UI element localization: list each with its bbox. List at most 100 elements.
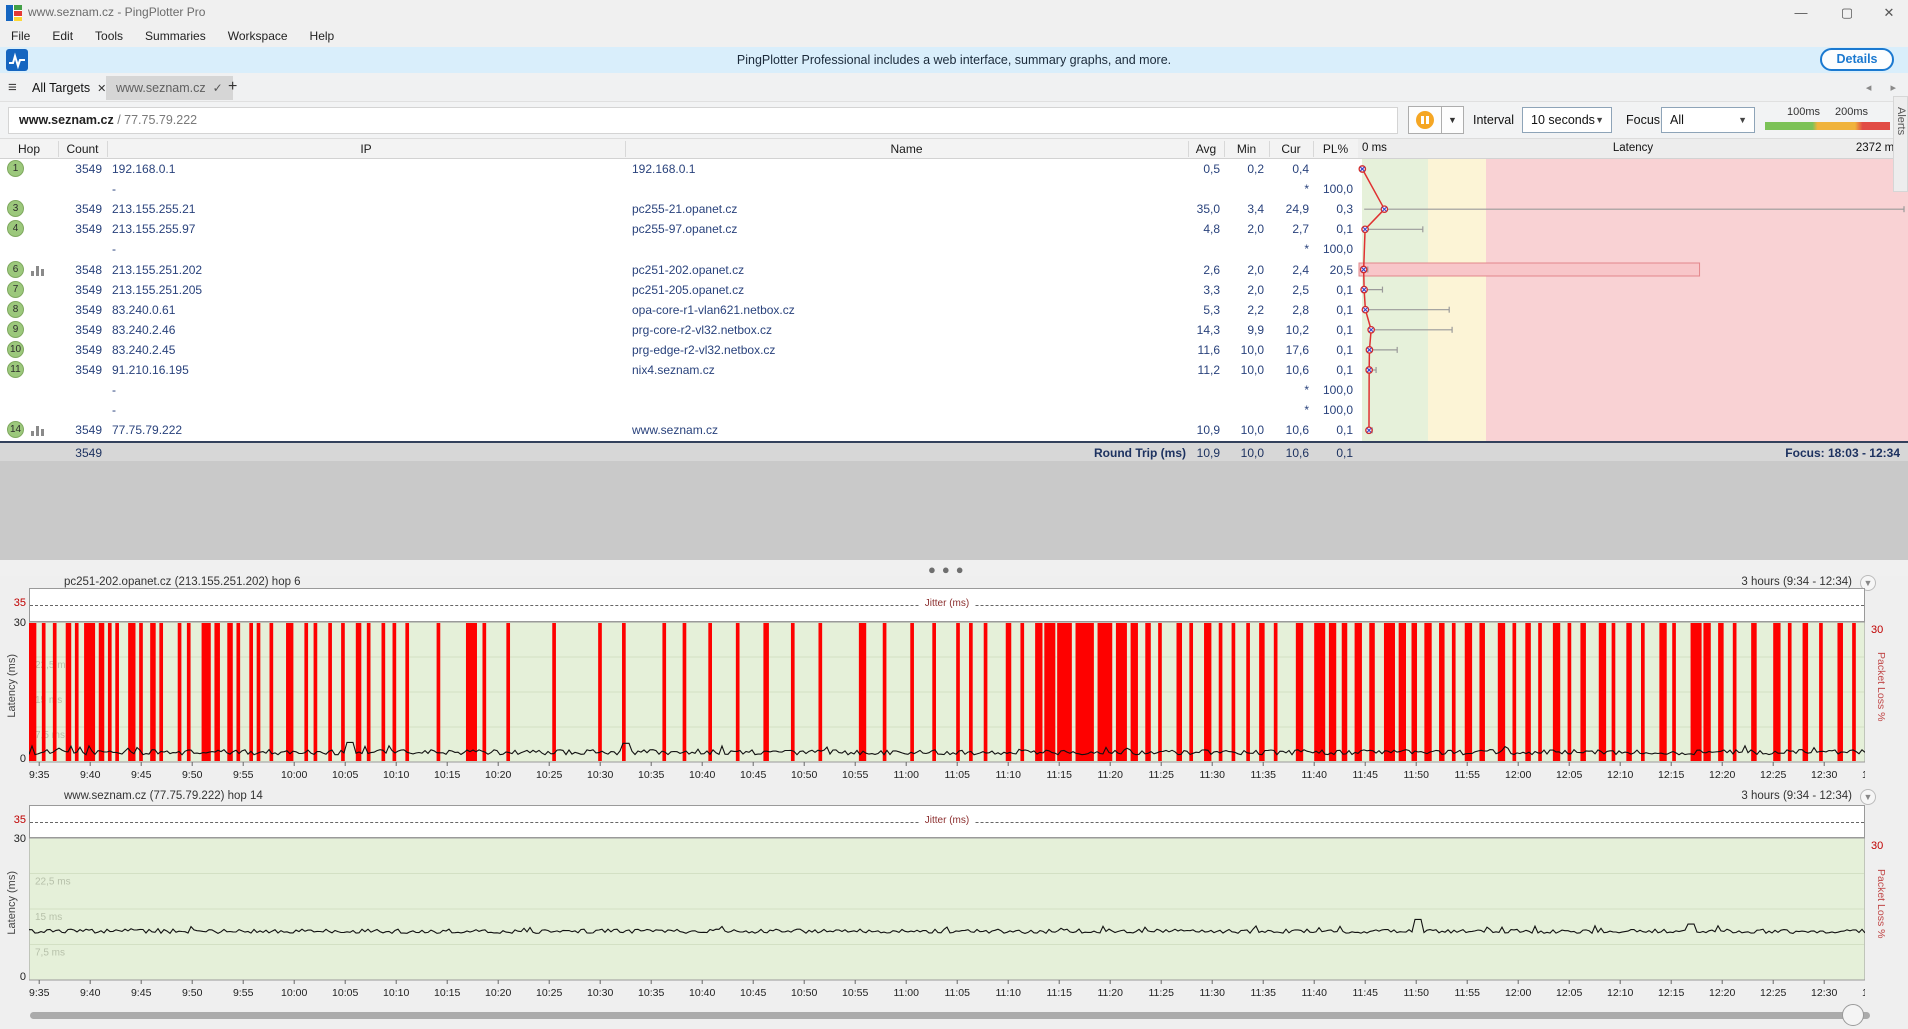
right-axis-title: Packet Loss % — [1875, 869, 1887, 938]
menu-item-tools[interactable]: Tools — [84, 25, 134, 47]
menu-item-workspace[interactable]: Workspace — [217, 25, 299, 47]
hop-row-missing-12[interactable]: -*100,0 — [0, 400, 1358, 420]
hop-row-4[interactable]: 43549213.155.255.97pc255-97.opanet.cz4,8… — [0, 219, 1358, 239]
footer-avg: 10,9 — [1188, 446, 1220, 460]
targets-menu-icon[interactable]: ≡ — [8, 79, 17, 96]
target-address[interactable]: www.seznam.cz / 77.75.79.222 — [8, 107, 1398, 134]
time-tick-label: 9:40 — [80, 987, 101, 999]
close-button[interactable]: ✕ — [1874, 4, 1904, 22]
hop-row-1[interactable]: 13549192.168.0.1192.168.0.10,50,20,4 — [0, 159, 1358, 179]
hop-row-14[interactable]: 14 354977.75.79.222www.seznam.cz10,910,0… — [0, 420, 1358, 440]
splitter-handle-icon: ●●● — [928, 562, 970, 577]
banner-message: PingPlotter Professional includes a web … — [0, 53, 1908, 67]
tab-all-targets[interactable]: All Targets ✕ — [26, 77, 112, 99]
tab-close-icon[interactable]: ✕ — [97, 82, 106, 95]
title-bar: www.seznam.cz - PingPlotter Pro — ▢ ✕ — [0, 0, 1908, 25]
chevron-down-icon: ▼ — [1595, 108, 1604, 132]
time-tick-label: 11:30 — [1199, 987, 1225, 999]
interval-select[interactable]: 10 seconds▼ — [1522, 107, 1612, 133]
details-button[interactable]: Details — [1820, 48, 1894, 71]
footer-label: Round Trip (ms) — [900, 446, 1186, 460]
time-tick-label: 11:10 — [995, 987, 1021, 999]
time-tick-label: 10:00 — [281, 987, 307, 999]
promo-banner: PingPlotter Professional includes a web … — [0, 47, 1908, 73]
time-tick-label: 12:00 — [1505, 987, 1531, 999]
time-tick-label: 10:30 — [587, 987, 613, 999]
latency-graph-header: 0 ms Latency 2372 ms — [1358, 138, 1908, 159]
tab-check-icon: ✓ — [213, 81, 223, 95]
scrollbar-thumb[interactable] — [1842, 1004, 1864, 1026]
graph-range-label[interactable]: 3 hours (9:34 - 12:34) — [1741, 790, 1852, 802]
menu-item-help[interactable]: Help — [299, 25, 346, 47]
time-tick-label: 11:20 — [1097, 987, 1123, 999]
time-tick-label: 12:05 — [1556, 987, 1582, 999]
scrollbar-track[interactable] — [30, 1012, 1870, 1019]
time-tick-label: 11:50 — [1403, 987, 1429, 999]
y-max-label: 30 — [8, 833, 26, 845]
minimize-button[interactable]: — — [1786, 4, 1816, 22]
graph-title: www.seznam.cz (77.75.79.222) hop 14 — [64, 790, 263, 802]
hop-number-badge: 3 — [7, 200, 24, 217]
legend-gradient-bar — [1765, 122, 1890, 130]
hop-row-missing-1[interactable]: -*100,0 — [0, 179, 1358, 199]
time-tick-label: 9:50 — [182, 987, 203, 999]
col-header-pl[interactable]: PL% — [1313, 142, 1358, 156]
tab-scroll-arrows[interactable]: ◂ ▸ — [1866, 81, 1904, 94]
col-header-ip[interactable]: IP — [107, 142, 625, 156]
footer-focus-range: Focus: 18:03 - 12:34 — [1785, 446, 1900, 460]
hop-number-badge: 8 — [7, 301, 24, 318]
hop-row-missing-11[interactable]: -*100,0 — [0, 380, 1358, 400]
window-title: www.seznam.cz - PingPlotter Pro — [28, 5, 205, 19]
footer-cur: 10,6 — [1269, 446, 1309, 460]
round-trip-footer: 3549 Round Trip (ms) 10,9 10,0 10,6 0,1 … — [0, 441, 1908, 461]
jitter-max-label: 35 — [8, 814, 26, 826]
menu-item-file[interactable]: File — [0, 25, 41, 47]
empty-pane — [0, 461, 1908, 560]
alerts-side-tab[interactable]: Alerts — [1893, 96, 1908, 192]
hop-number-badge: 11 — [7, 361, 24, 378]
pause-icon — [1416, 111, 1434, 129]
chevron-down-icon: ▼ — [1738, 108, 1747, 132]
latency-overview-graph[interactable] — [1358, 159, 1908, 441]
col-header-count[interactable]: Count — [58, 142, 107, 156]
col-header-avg[interactable]: Avg — [1188, 142, 1224, 156]
graph-plot[interactable]: 22,5 ms15 ms7,5 ms9:359:409:459:509:5510… — [29, 838, 1865, 1002]
hop-row-6[interactable]: 6 3548213.155.251.202pc251-202.opanet.cz… — [0, 260, 1358, 280]
hop-row-3[interactable]: 33549213.155.255.21pc255-21.opanet.cz35,… — [0, 199, 1358, 219]
time-tick-label: 10:50 — [791, 987, 817, 999]
time-tick-label: 10:15 — [434, 987, 460, 999]
tab-bar: ≡ All Targets ✕ www.seznam.cz ✓ + ◂ ▸ — [0, 73, 1908, 102]
new-tab-button[interactable]: + — [228, 78, 237, 96]
footer-pl: 0,1 — [1313, 446, 1353, 460]
maximize-button[interactable]: ▢ — [1832, 4, 1862, 22]
col-header-name[interactable]: Name — [625, 142, 1188, 156]
hop-row-9[interactable]: 9354983.240.2.46prg-core-r2-vl32.netbox.… — [0, 320, 1358, 340]
legend-100ms: 100ms — [1787, 106, 1820, 118]
svg-text:7,5 ms: 7,5 ms — [35, 948, 65, 959]
timeline-graph-2[interactable]: www.seznam.cz (77.75.79.222) hop 14 3 ho… — [0, 576, 1908, 1002]
hop-row-7[interactable]: 73549213.155.251.205pc251-205.opanet.cz3… — [0, 280, 1358, 300]
menu-item-summaries[interactable]: Summaries — [134, 25, 217, 47]
menu-item-edit[interactable]: Edit — [41, 25, 84, 47]
col-header-cur[interactable]: Cur — [1269, 142, 1313, 156]
chevron-down-icon[interactable]: ▼ — [1860, 789, 1876, 805]
time-tick-label: 12:20 — [1709, 987, 1735, 999]
pause-dropdown-button[interactable]: ▼ — [1442, 106, 1464, 134]
col-header-min[interactable]: Min — [1224, 142, 1269, 156]
hop-number-badge: 1 — [7, 160, 24, 177]
legend-200ms: 200ms — [1835, 106, 1868, 118]
hop-row-11[interactable]: 11354991.210.16.195nix4.seznam.cz11,210,… — [0, 360, 1358, 380]
hop-row-missing-4[interactable]: -*100,0 — [0, 239, 1358, 259]
hop-number-badge: 4 — [7, 220, 24, 237]
hop-row-10[interactable]: 10354983.240.2.45prg-edge-r2-vl32.netbox… — [0, 340, 1358, 360]
time-tick-label: 12:30 — [1811, 987, 1837, 999]
time-tick-label: 9:35 — [29, 987, 50, 999]
focus-select[interactable]: All▼ — [1661, 107, 1755, 133]
time-tick-label: 10:25 — [536, 987, 562, 999]
time-tick-label: 12:10 — [1607, 987, 1633, 999]
tab-target-seznam[interactable]: www.seznam.cz ✓ — [106, 76, 233, 100]
pane-splitter[interactable]: ●●● — [0, 560, 1908, 576]
col-header-hop[interactable]: Hop — [0, 142, 58, 156]
hop-row-8[interactable]: 8354983.240.0.61opa-core-r1-vlan621.netb… — [0, 300, 1358, 320]
pause-button[interactable] — [1408, 106, 1442, 134]
